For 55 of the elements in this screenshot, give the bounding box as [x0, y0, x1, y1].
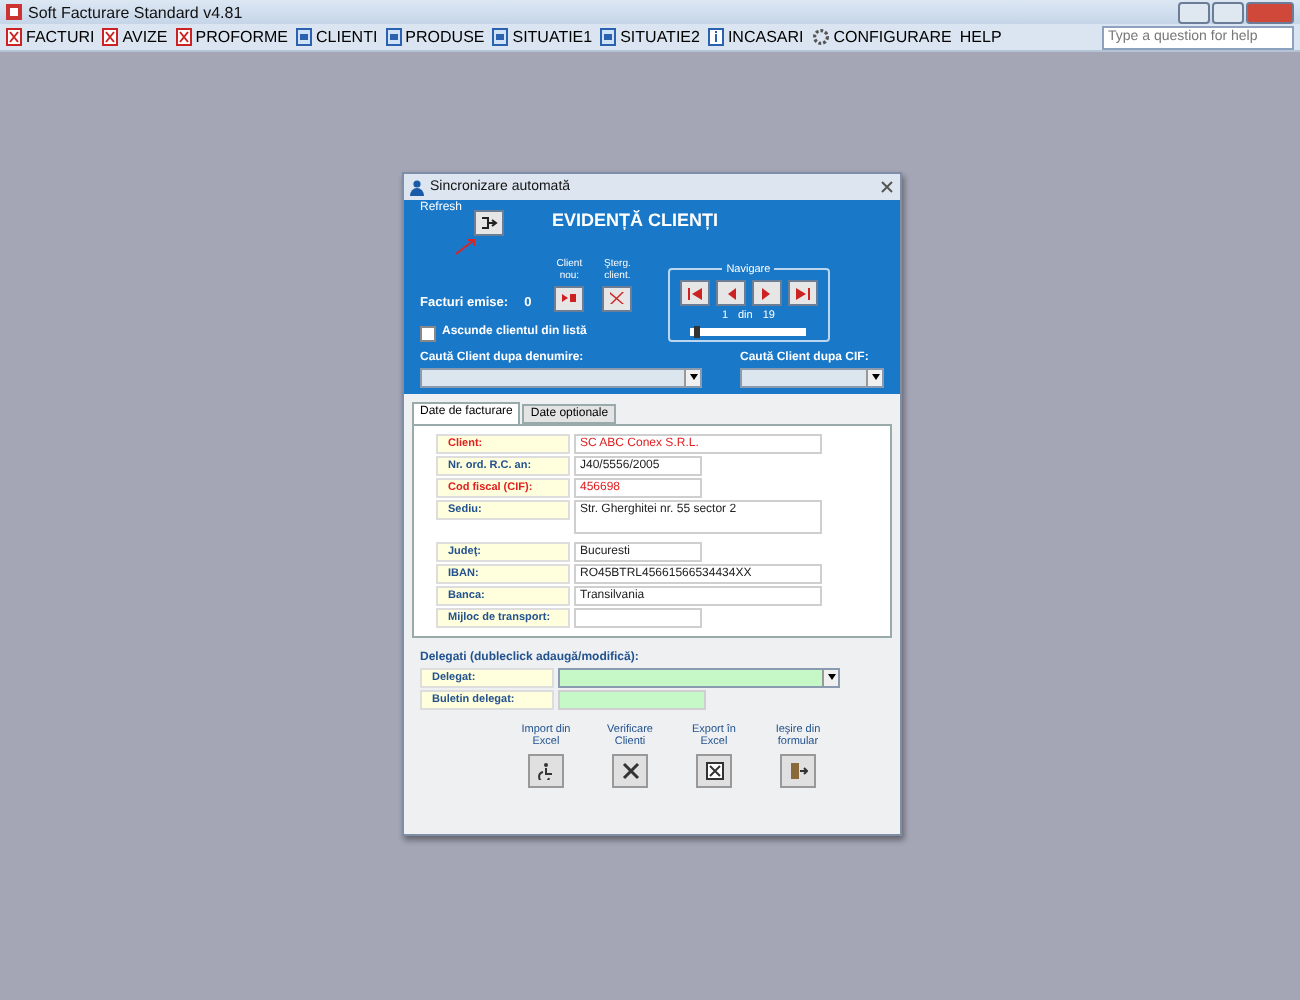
- window-title: Soft Facturare Standard v4.81: [28, 3, 243, 21]
- menu-item[interactable]: PRODUSE: [385, 28, 485, 46]
- action-button[interactable]: [696, 753, 732, 788]
- close-button[interactable]: [1246, 1, 1294, 23]
- exit-door-icon: [789, 761, 807, 780]
- document-icon: [6, 28, 22, 46]
- field-input[interactable]: [574, 607, 702, 628]
- last-record-button[interactable]: [787, 280, 818, 307]
- delete-client-button[interactable]: [602, 285, 633, 312]
- action-button[interactable]: [528, 753, 564, 788]
- next-icon: [759, 287, 774, 300]
- play-icon: [562, 292, 577, 305]
- maximize-button[interactable]: [1212, 1, 1244, 23]
- new-client-button[interactable]: [554, 285, 585, 312]
- hide-client-checkbox[interactable]: [420, 325, 436, 342]
- last-icon: [795, 287, 810, 300]
- search-name-combo[interactable]: [420, 367, 702, 388]
- id-card-input[interactable]: [558, 689, 706, 710]
- person-icon: [410, 179, 424, 195]
- dropdown-arrow-icon: [871, 374, 879, 381]
- menu-item[interactable]: CONFIGURARE: [811, 28, 952, 46]
- app-icon: [6, 4, 22, 20]
- spreadsheet-icon: [705, 761, 723, 780]
- refresh-button[interactable]: [474, 210, 505, 236]
- search-cif-combo[interactable]: [740, 367, 884, 388]
- menu-item[interactable]: PROFORME: [175, 28, 288, 46]
- menu-item[interactable]: INCASARI: [707, 28, 804, 46]
- gear-icon: [811, 28, 830, 46]
- dropdown-arrow-icon: [689, 374, 697, 381]
- previous-record-button[interactable]: [715, 280, 746, 307]
- first-icon: [687, 287, 702, 300]
- wheelchair-icon: [537, 761, 555, 780]
- menu-item[interactable]: CLIENTI: [296, 28, 378, 46]
- document-icon: [102, 28, 119, 46]
- info-icon: [707, 28, 724, 46]
- action-button[interactable]: [780, 753, 816, 788]
- document-icon: [175, 28, 192, 46]
- dropdown-arrow-icon: [827, 674, 835, 681]
- arrow-icon: [454, 236, 479, 256]
- action-button[interactable]: [612, 753, 648, 788]
- menu-item[interactable]: HELP: [959, 28, 1002, 46]
- menu-item[interactable]: SITUATIE1: [492, 28, 593, 46]
- previous-icon: [723, 287, 738, 300]
- next-record-button[interactable]: [751, 280, 782, 307]
- dialog-heading: EVIDENȚĂ CLIENȚI: [552, 210, 719, 231]
- delete-icon: [610, 292, 625, 305]
- minimize-button[interactable]: [1178, 1, 1210, 23]
- menu-item[interactable]: AVIZE: [102, 28, 168, 46]
- close-icon[interactable]: [880, 180, 894, 194]
- menu-item[interactable]: FACTURI: [6, 28, 95, 46]
- menu-item[interactable]: SITUATIE2: [600, 28, 700, 46]
- record-slider[interactable]: [690, 327, 807, 336]
- slider-thumb[interactable]: [693, 325, 700, 338]
- delegate-combo[interactable]: [558, 667, 840, 688]
- first-record-button[interactable]: [679, 280, 710, 307]
